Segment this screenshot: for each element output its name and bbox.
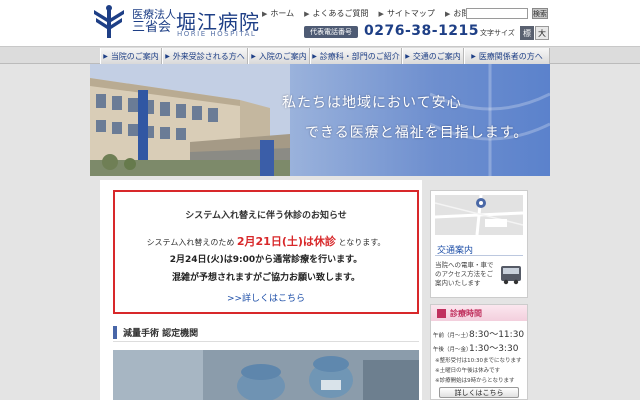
org-name: 医療法人 三省会 xyxy=(132,8,176,34)
hours-box: 診療時間 午前（月～土） 8:30～11:30 午後（月～金） 1:30～3:3… xyxy=(430,304,528,400)
notice-line3: 混雑が予想されますがご協力お願い致します。 xyxy=(171,273,361,283)
arrow-right-icon: ▶ xyxy=(444,9,451,18)
notice-closed-date: 2月21日(土)は休診 xyxy=(236,235,336,248)
notice-details-link[interactable]: >>詳しくはこちら xyxy=(115,291,417,304)
hours-row-label: 午後（月～金） xyxy=(433,347,472,353)
hours-title: 診療時間 xyxy=(450,308,482,318)
top-link-label: ホーム xyxy=(270,9,295,18)
hospital-logo-icon[interactable] xyxy=(92,4,126,40)
nav-item-departments[interactable]: ▶ 診療科・部門のご紹介 xyxy=(310,48,402,64)
hours-note: ※診療開始は9時からとなります xyxy=(435,378,515,384)
top-link-label: サイトマップ xyxy=(386,9,435,18)
font-size-large-button[interactable]: 大 xyxy=(535,26,549,40)
notice-line2: 2月24日(火)は9:00から通常診療を行います。 xyxy=(169,255,363,265)
hours-row-morning: 午前（月～土） 8:30～11:30 xyxy=(433,327,524,340)
phone-label: 代表電話番号 xyxy=(304,26,358,38)
nav-item-label: 医療関係者の方へ xyxy=(478,51,543,61)
top-link-faq[interactable]: ▶ よくあるご質問 xyxy=(304,8,368,19)
hours-row-time: 1:30～3:30 xyxy=(469,344,519,354)
nav-item-professionals[interactable]: ▶ 医療関係者の方へ xyxy=(464,48,550,64)
font-size-label: 文字サイズ xyxy=(480,29,515,37)
notice-box: システム入れ替えに伴う休診のお知らせ システム入れ替えのため 2月21日(土)は… xyxy=(113,190,419,314)
nav-item-label: 交通のご案内 xyxy=(412,51,461,61)
hero-slogan-line1: 私たちは地域において安心 xyxy=(282,95,462,111)
arrow-right-icon: ▶ xyxy=(251,52,256,60)
nav-item-about[interactable]: ▶ 当院のご案内 xyxy=(100,48,162,64)
arrow-right-icon: ▶ xyxy=(405,52,410,60)
nav-item-inpatient[interactable]: ▶ 入院のご案内 xyxy=(248,48,310,64)
hospital-name-en: HORIE HOSPITAL xyxy=(177,30,257,38)
nav-item-label: 外来受診される方へ xyxy=(172,51,245,61)
nav-item-access[interactable]: ▶ 交通のご案内 xyxy=(402,48,464,64)
hours-details-button[interactable]: 詳しくはこちら xyxy=(439,387,519,398)
section-bar xyxy=(113,326,117,339)
search-button[interactable]: 検索 xyxy=(532,8,548,19)
font-size-standard-button[interactable]: 標 xyxy=(520,26,534,40)
arrow-right-icon: ▶ xyxy=(312,52,317,60)
hours-row-afternoon: 午後（月～金） 1:30～3:30 xyxy=(433,341,518,354)
phone-number: 0276-38-1215 xyxy=(364,23,480,39)
hours-row-time: 8:30～11:30 xyxy=(469,330,525,340)
hours-header: 診療時間 xyxy=(431,305,527,321)
notice-line1-pre: システム入れ替えのため xyxy=(146,238,235,247)
notice-line1: システム入れ替えのため 2月21日(土)は休診 となります。 xyxy=(115,233,417,249)
surgery-photo xyxy=(113,350,419,400)
arrow-right-icon: ▶ xyxy=(165,52,170,60)
hours-note: ※整形受付は10:30までになります xyxy=(435,358,522,364)
notice-line1-post: となります。 xyxy=(338,238,386,247)
arrow-right-icon: ▶ xyxy=(304,9,310,18)
arrow-right-icon: ▶ xyxy=(262,9,268,18)
arrow-right-icon: ▶ xyxy=(103,52,108,60)
hours-note: ※土曜日の午後は休みです xyxy=(435,368,501,374)
nav-item-label: 診療科・部門のご紹介 xyxy=(319,51,400,61)
nav-item-label: 入院のご案内 xyxy=(258,51,307,61)
arrow-right-icon: ▶ xyxy=(378,9,384,18)
access-desc: 当院への電車・車でのアクセス方法をご案内いたします xyxy=(435,261,494,287)
bus-icon xyxy=(501,266,521,285)
top-link-home[interactable]: ▶ ホーム xyxy=(262,8,294,19)
top-link-sitemap[interactable]: ▶ サイトマップ xyxy=(379,8,435,19)
hero-banner: 私たちは地域において安心 できる医療と福祉を目指します。 xyxy=(90,64,550,176)
site-header: 医療法人 三省会 堀江病院 HORIE HOSPITAL ▶ ホーム ▶ よくあるご… xyxy=(0,0,640,46)
access-divider xyxy=(435,255,523,256)
search-input[interactable] xyxy=(466,8,528,19)
notice-title: システム入れ替えに伴う休診のお知らせ xyxy=(185,211,347,221)
main-nav: ▶ 当院のご案内 ▶ 外来受診される方へ ▶ 入院のご案内 ▶ 診療科・部門のご紹介 ▶… xyxy=(0,46,640,64)
top-link-label: よくあるご質問 xyxy=(312,9,369,18)
hospital-building-image xyxy=(90,64,290,176)
org-name-line2: 三省会 xyxy=(132,20,172,35)
section-header: 減量手術 認定機関 xyxy=(113,324,419,342)
map-image xyxy=(435,195,523,235)
hero-slogan-line2: できる医療と福祉を目指します。 xyxy=(305,125,529,141)
arrow-right-icon: ▶ xyxy=(471,52,476,60)
hours-row-label: 午前（月～土） xyxy=(433,333,472,339)
section-title: 減量手術 認定機関 xyxy=(123,329,199,339)
nav-item-label: 当院のご案内 xyxy=(110,51,159,61)
decorative-lines-icon xyxy=(430,64,550,176)
access-box[interactable]: 交通案内 当院への電車・車でのアクセス方法をご案内いたします xyxy=(430,190,528,298)
clock-icon xyxy=(437,308,446,318)
nav-item-outpatient[interactable]: ▶ 外来受診される方へ xyxy=(162,48,248,64)
